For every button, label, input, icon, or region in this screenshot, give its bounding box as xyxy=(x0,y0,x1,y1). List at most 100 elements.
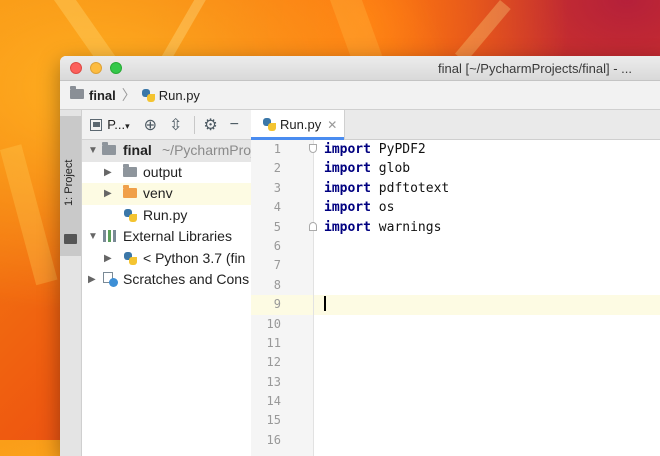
tree-item-final[interactable]: ▼ final ~/PycharmProje xyxy=(82,140,262,162)
folder-icon xyxy=(70,86,84,99)
tree-label: venv xyxy=(143,185,173,201)
tree-item-venv[interactable]: ▶ venv xyxy=(82,183,251,205)
current-code-line xyxy=(314,295,660,315)
code-text: pdftotext xyxy=(370,180,450,196)
scratches-icon xyxy=(103,272,118,287)
line-number: 11 xyxy=(266,335,281,350)
expanded-arrow-icon[interactable]: ▼ xyxy=(88,140,98,162)
python-file-icon xyxy=(263,118,276,131)
tree-path: ~/PycharmProje xyxy=(162,142,262,158)
breadcrumb-project[interactable]: final xyxy=(89,88,116,103)
editor-tabs: Run.py ✕ xyxy=(251,110,660,140)
dropdown-arrow-icon: ▾ xyxy=(125,121,130,131)
gear-icon[interactable]: ⚙ xyxy=(203,115,217,135)
code-line: import PyPDF2 xyxy=(314,140,660,159)
line-number: 14 xyxy=(266,394,281,409)
line-number: 12 xyxy=(266,355,281,370)
keyword: import xyxy=(324,142,371,157)
project-toolbar: P...▾ ⊕ ⇳ ⚙ − xyxy=(82,110,251,140)
zoom-window-button[interactable] xyxy=(110,62,122,74)
close-window-button[interactable] xyxy=(70,62,82,74)
line-number-gutter: 1 2 3 4 5 6 7 8 9 10 11 12 13 14 15 16 xyxy=(251,140,317,456)
locate-file-icon[interactable]: ⊕ xyxy=(144,115,157,135)
tree-label: final xyxy=(123,142,152,158)
project-panel: P...▾ ⊕ ⇳ ⚙ − ▼ final ~/PycharmProje ▶ o… xyxy=(82,110,262,456)
tree-item-scratches[interactable]: ▶ Scratches and Cons xyxy=(82,269,251,291)
tree-label: Scratches and Cons xyxy=(123,271,250,287)
collapsed-arrow-icon[interactable]: ▶ xyxy=(104,183,112,205)
line-number: 3 xyxy=(273,180,281,195)
line-number: 10 xyxy=(266,316,281,331)
line-number: 5 xyxy=(273,219,281,234)
project-tree: ▼ final ~/PycharmProje ▶ output ▶ venv R… xyxy=(82,140,262,291)
toolbar-divider xyxy=(194,115,196,134)
code-text: PyPDF2 xyxy=(370,142,426,157)
project-view-icon xyxy=(90,118,103,131)
editor: Run.py ✕ 1 2 3 4 5 6 7 8 9 10 11 12 13 1… xyxy=(251,110,660,456)
project-view-selector[interactable]: P...▾ xyxy=(107,117,129,132)
line-number: 1 xyxy=(273,142,281,156)
excluded-folder-icon xyxy=(123,185,137,198)
collapse-all-icon[interactable]: ⇳ xyxy=(169,115,182,135)
project-view-label: P... xyxy=(107,117,126,132)
line-number: 7 xyxy=(273,258,281,273)
keyword: import xyxy=(324,180,371,196)
title-bar: final [~/PycharmProjects/final] - ... xyxy=(60,56,660,81)
window-title: final [~/PycharmProjects/final] - ... xyxy=(438,61,632,76)
keyword: import xyxy=(324,200,371,216)
tree-item-external-libraries[interactable]: ▼ External Libraries xyxy=(82,226,251,248)
keyword: import xyxy=(324,161,371,177)
tree-item-output[interactable]: ▶ output xyxy=(82,162,251,184)
line-number: 16 xyxy=(266,432,281,447)
python-file-icon xyxy=(141,88,155,102)
close-tab-icon[interactable]: ✕ xyxy=(327,118,337,132)
line-number: 13 xyxy=(266,374,281,389)
code-text: warnings xyxy=(370,219,442,235)
line-number: 6 xyxy=(273,238,281,253)
tab-label: Run.py xyxy=(280,117,322,132)
code-line: import warnings xyxy=(314,218,660,237)
tree-label: output xyxy=(143,163,182,180)
collapsed-arrow-icon[interactable]: ▶ xyxy=(104,248,112,270)
tree-item-run-py[interactable]: Run.py xyxy=(82,205,251,227)
code-text: glob xyxy=(370,161,411,177)
collapsed-arrow-icon[interactable]: ▶ xyxy=(104,162,112,184)
code-line: import os xyxy=(314,198,660,217)
project-tool-tab[interactable]: 1: Project xyxy=(60,116,81,256)
collapsed-arrow-icon[interactable]: ▶ xyxy=(88,269,96,291)
tree-label: Run.py xyxy=(143,206,188,223)
line-number: 15 xyxy=(266,413,281,428)
navigation-bar: final 〉 Run.py xyxy=(60,81,660,110)
tab-run-py[interactable]: Run.py ✕ xyxy=(251,110,345,140)
expanded-arrow-icon[interactable]: ▼ xyxy=(88,226,98,248)
minimize-window-button[interactable] xyxy=(90,62,102,74)
code-line: import glob xyxy=(314,159,660,178)
tree-label: External Libraries xyxy=(123,228,232,244)
library-icon xyxy=(103,230,117,242)
line-number: 9 xyxy=(251,295,313,315)
folder-icon xyxy=(102,142,116,155)
text-caret xyxy=(324,296,326,312)
folder-icon xyxy=(123,163,137,177)
breadcrumb-file[interactable]: Run.py xyxy=(159,88,200,103)
line-number: 2 xyxy=(273,161,281,176)
line-number: 8 xyxy=(273,277,281,292)
code-text: os xyxy=(370,200,395,216)
python-file-icon xyxy=(124,208,137,222)
hide-panel-icon[interactable]: − xyxy=(230,116,239,134)
tree-label: < Python 3.7 (fin xyxy=(143,249,246,266)
code-area[interactable]: import PyPDF2 import glob import pdftote… xyxy=(314,140,660,456)
tree-item-python-sdk[interactable]: ▶ < Python 3.7 (fin xyxy=(82,248,251,270)
breadcrumb-separator-icon: 〉 xyxy=(121,87,136,103)
ide-window: final [~/PycharmProjects/final] - ... fi… xyxy=(60,56,660,456)
code-line: import pdftotext xyxy=(314,179,660,198)
line-number: 4 xyxy=(273,200,281,215)
keyword: import xyxy=(324,219,371,235)
python-icon xyxy=(124,251,137,265)
project-folder-icon xyxy=(64,234,77,244)
project-tool-tab-label: 1: Project xyxy=(63,159,75,206)
tool-window-strip: 1: Project xyxy=(60,110,82,456)
